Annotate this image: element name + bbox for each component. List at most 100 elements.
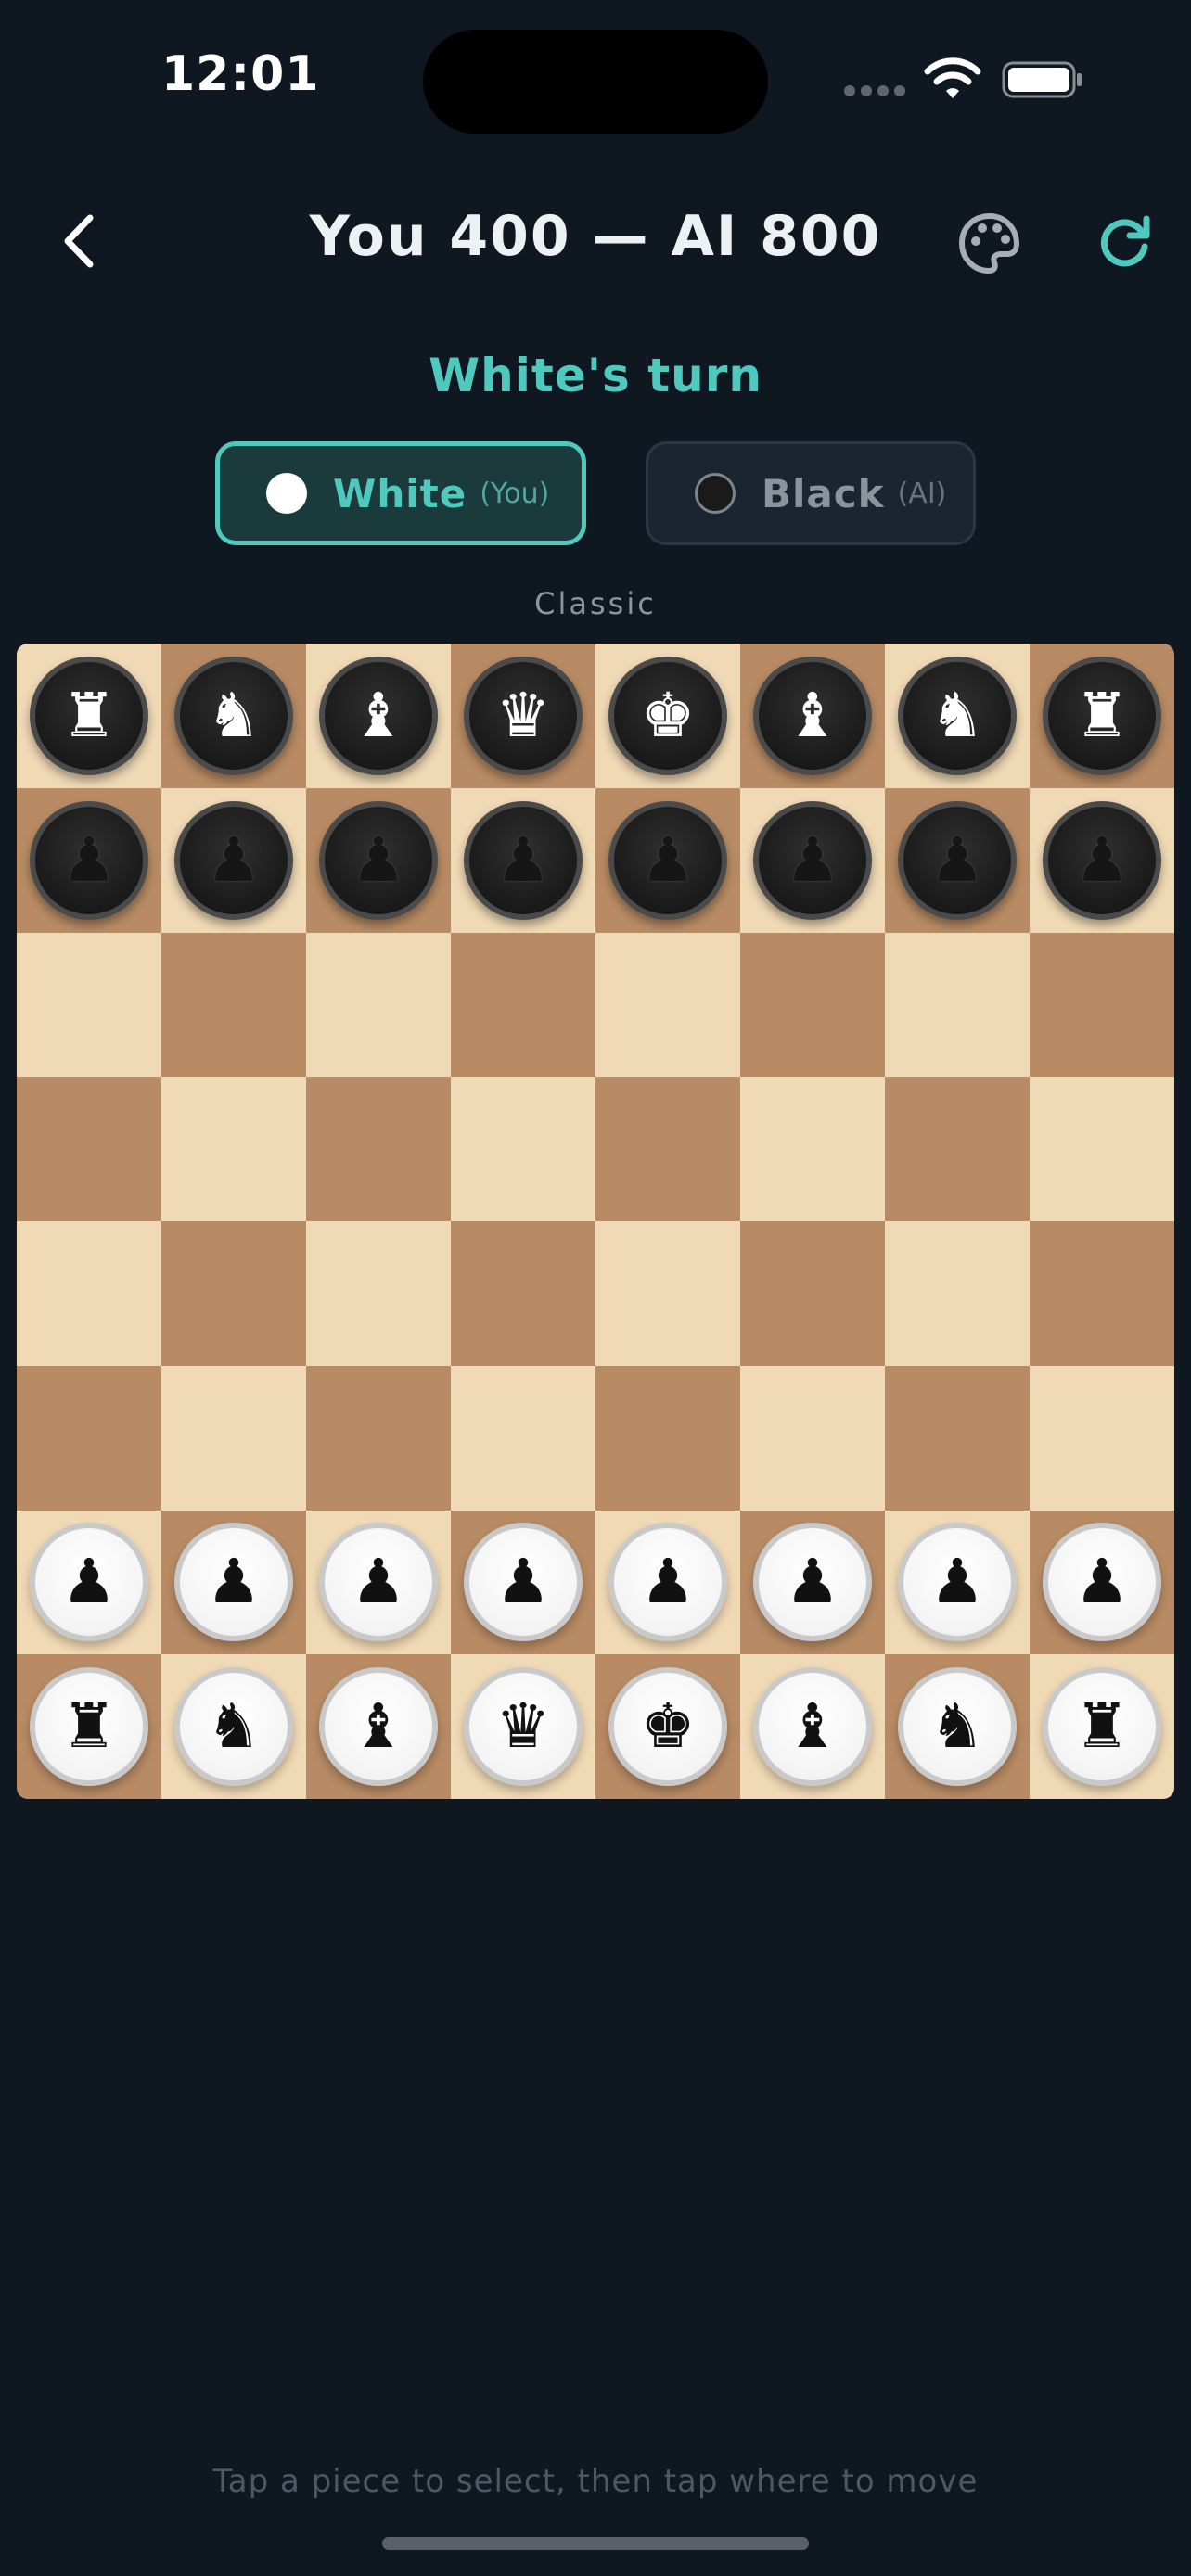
black-pawn-piece[interactable]: ♟: [174, 800, 293, 920]
square-d3[interactable]: [451, 1365, 596, 1511]
white-bishop-piece[interactable]: ♝: [319, 1667, 438, 1787]
black-rook-piece[interactable]: ♜: [1043, 656, 1161, 775]
player-white-chip[interactable]: White (You): [215, 441, 586, 545]
square-f4[interactable]: [740, 1221, 885, 1366]
square-h3[interactable]: [1030, 1365, 1174, 1511]
square-f5[interactable]: [740, 1077, 885, 1221]
square-e6[interactable]: [596, 932, 740, 1078]
white-pawn-piece[interactable]: ♟: [174, 1523, 293, 1642]
black-pawn-piece[interactable]: ♟: [464, 800, 583, 920]
black-pawn-piece[interactable]: ♟: [319, 800, 438, 920]
square-c2[interactable]: ♟: [306, 1510, 451, 1655]
square-d4[interactable]: [451, 1221, 596, 1366]
square-f1[interactable]: ♝: [740, 1654, 885, 1799]
black-knight-piece[interactable]: ♞: [898, 656, 1017, 775]
white-pawn-piece[interactable]: ♟: [30, 1523, 148, 1642]
square-a7[interactable]: ♟: [17, 787, 161, 933]
square-c7[interactable]: ♟: [306, 787, 451, 933]
theme-button[interactable]: [957, 211, 1022, 276]
white-rook-piece[interactable]: ♜: [30, 1667, 148, 1787]
square-b7[interactable]: ♟: [161, 787, 306, 933]
square-b6[interactable]: [161, 932, 306, 1078]
square-f3[interactable]: [740, 1365, 885, 1511]
square-c4[interactable]: [306, 1221, 451, 1366]
white-rook-piece[interactable]: ♜: [1043, 1667, 1161, 1787]
square-a3[interactable]: [17, 1365, 161, 1511]
square-a6[interactable]: [17, 932, 161, 1078]
square-e8[interactable]: ♚: [596, 644, 740, 788]
square-e1[interactable]: ♚: [596, 1654, 740, 1799]
square-h6[interactable]: [1030, 932, 1174, 1078]
white-pawn-piece[interactable]: ♟: [753, 1523, 872, 1642]
square-h7[interactable]: ♟: [1030, 787, 1174, 933]
black-pawn-piece[interactable]: ♟: [898, 800, 1017, 920]
black-pawn-piece[interactable]: ♟: [608, 800, 727, 920]
square-d7[interactable]: ♟: [451, 787, 596, 933]
player-black-chip[interactable]: Black (AI): [646, 441, 976, 545]
square-f2[interactable]: ♟: [740, 1510, 885, 1655]
white-queen-piece[interactable]: ♛: [464, 1667, 583, 1787]
square-d5[interactable]: [451, 1077, 596, 1221]
square-g4[interactable]: [885, 1221, 1030, 1366]
square-d2[interactable]: ♟: [451, 1510, 596, 1655]
square-b2[interactable]: ♟: [161, 1510, 306, 1655]
square-e5[interactable]: [596, 1077, 740, 1221]
black-bishop-piece[interactable]: ♝: [753, 656, 872, 775]
white-pawn-piece[interactable]: ♟: [464, 1523, 583, 1642]
square-g3[interactable]: [885, 1365, 1030, 1511]
square-b4[interactable]: [161, 1221, 306, 1366]
white-knight-piece[interactable]: ♞: [898, 1667, 1017, 1787]
square-b8[interactable]: ♞: [161, 644, 306, 788]
square-f8[interactable]: ♝: [740, 644, 885, 788]
black-king-piece[interactable]: ♚: [608, 656, 727, 775]
black-pawn-piece[interactable]: ♟: [753, 800, 872, 920]
square-h2[interactable]: ♟: [1030, 1510, 1174, 1655]
square-c1[interactable]: ♝: [306, 1654, 451, 1799]
square-e3[interactable]: [596, 1365, 740, 1511]
square-g2[interactable]: ♟: [885, 1510, 1030, 1655]
square-e2[interactable]: ♟: [596, 1510, 740, 1655]
square-a2[interactable]: ♟: [17, 1510, 161, 1655]
square-f7[interactable]: ♟: [740, 787, 885, 933]
square-d8[interactable]: ♛: [451, 644, 596, 788]
square-e4[interactable]: [596, 1221, 740, 1366]
square-h4[interactable]: [1030, 1221, 1174, 1366]
square-b1[interactable]: ♞: [161, 1654, 306, 1799]
black-queen-piece[interactable]: ♛: [464, 656, 583, 775]
square-g6[interactable]: [885, 932, 1030, 1078]
white-pawn-piece[interactable]: ♟: [1043, 1523, 1161, 1642]
square-e7[interactable]: ♟: [596, 787, 740, 933]
square-h8[interactable]: ♜: [1030, 644, 1174, 788]
square-g5[interactable]: [885, 1077, 1030, 1221]
white-pawn-piece[interactable]: ♟: [608, 1523, 727, 1642]
square-b3[interactable]: [161, 1365, 306, 1511]
white-bishop-piece[interactable]: ♝: [753, 1667, 872, 1787]
white-pawn-piece[interactable]: ♟: [898, 1523, 1017, 1642]
black-rook-piece[interactable]: ♜: [30, 656, 148, 775]
white-king-piece[interactable]: ♚: [608, 1667, 727, 1787]
square-c5[interactable]: [306, 1077, 451, 1221]
square-h5[interactable]: [1030, 1077, 1174, 1221]
new-game-button[interactable]: [1095, 211, 1154, 271]
square-a4[interactable]: [17, 1221, 161, 1366]
square-d1[interactable]: ♛: [451, 1654, 596, 1799]
square-a1[interactable]: ♜: [17, 1654, 161, 1799]
black-pawn-piece[interactable]: ♟: [30, 800, 148, 920]
square-c8[interactable]: ♝: [306, 644, 451, 788]
square-c6[interactable]: [306, 932, 451, 1078]
square-g8[interactable]: ♞: [885, 644, 1030, 788]
black-bishop-piece[interactable]: ♝: [319, 656, 438, 775]
white-pawn-piece[interactable]: ♟: [319, 1523, 438, 1642]
black-pawn-piece[interactable]: ♟: [1043, 800, 1161, 920]
square-g7[interactable]: ♟: [885, 787, 1030, 933]
black-knight-piece[interactable]: ♞: [174, 656, 293, 775]
square-d6[interactable]: [451, 932, 596, 1078]
square-a8[interactable]: ♜: [17, 644, 161, 788]
square-h1[interactable]: ♜: [1030, 1654, 1174, 1799]
square-a5[interactable]: [17, 1077, 161, 1221]
square-f6[interactable]: [740, 932, 885, 1078]
square-g1[interactable]: ♞: [885, 1654, 1030, 1799]
square-c3[interactable]: [306, 1365, 451, 1511]
white-knight-piece[interactable]: ♞: [174, 1667, 293, 1787]
square-b5[interactable]: [161, 1077, 306, 1221]
